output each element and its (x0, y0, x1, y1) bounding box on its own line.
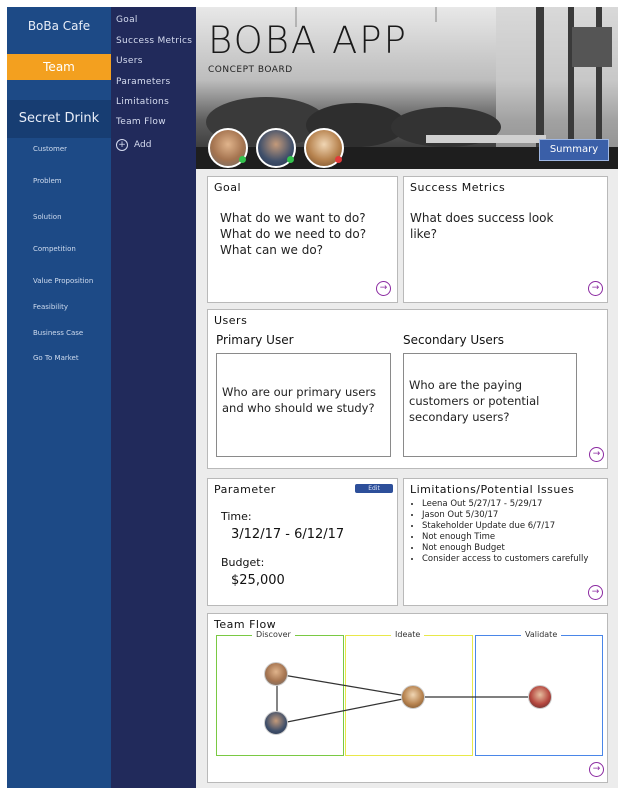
limitations-card: Limitations/Potential Issues Leena Out 5… (403, 478, 608, 606)
subnav-item-success-metrics[interactable]: Success Metrics (116, 36, 192, 46)
arrow-right-icon[interactable]: → (376, 281, 391, 296)
arrow-right-icon[interactable]: → (589, 447, 604, 462)
primary-user-label: Primary User (216, 333, 294, 347)
add-button[interactable]: + Add (116, 139, 151, 151)
primary-line: Who are our primary users (222, 385, 377, 399)
list-item: Not enough Budget (422, 543, 607, 554)
main-content: BOBA APP CONCEPT BOARD Summary Goal What… (196, 7, 618, 788)
time-value: 3/12/17 - 6/12/17 (231, 527, 345, 542)
avatar[interactable] (264, 711, 288, 735)
sidebar-item-business-case[interactable]: Business Case (33, 329, 83, 337)
success-metrics-text: What does success look like? (410, 210, 553, 242)
limitations-list: Leena Out 5/27/17 - 5/29/17 Jason Out 5/… (410, 499, 607, 565)
time-label: Time: (221, 510, 252, 523)
sidebar-item-value-proposition[interactable]: Value Proposition (33, 277, 93, 285)
page-subtitle: CONCEPT BOARD (208, 65, 293, 75)
primary-user-box[interactable]: Who are our primary users and who should… (216, 353, 391, 457)
avatar[interactable] (528, 685, 552, 709)
secondary-users-text: Who are the paying customers or potentia… (409, 377, 539, 425)
goal-text: What do we want to do? What do we need t… (220, 210, 366, 258)
arrow-right-icon[interactable]: → (589, 762, 604, 777)
list-item: Jason Out 5/30/17 (422, 510, 607, 521)
summary-button[interactable]: Summary (539, 139, 609, 161)
parameter-card: Parameter Edit Time: 3/12/17 - 6/12/17 B… (207, 478, 398, 606)
app-name[interactable]: BoBa Cafe (7, 19, 111, 33)
goal-line: What do we need to do? (220, 227, 367, 241)
budget-label: Budget: (221, 556, 265, 569)
sidebar-item-customer[interactable]: Customer (33, 145, 67, 153)
success-line: What does success look (410, 211, 554, 225)
secondary-line: customers or potential (409, 394, 540, 408)
sidebar-section-secret-drink[interactable]: Secret Drink (7, 100, 111, 138)
goal-line: What can we do? (220, 243, 324, 257)
budget-value: $25,000 (231, 573, 285, 588)
subnav-item-users[interactable]: Users (116, 56, 143, 66)
sidebar-item-competition[interactable]: Competition (33, 245, 76, 253)
parameter-title: Parameter (214, 483, 276, 496)
sidebar-item-solution[interactable]: Solution (33, 213, 62, 221)
goal-card: Goal What do we want to do? What do we n… (207, 176, 398, 303)
users-card: Users Primary User Secondary Users Who a… (207, 309, 608, 469)
secondary-line: secondary users? (409, 410, 510, 424)
sidebar-item-problem[interactable]: Problem (33, 177, 62, 185)
success-line: like? (410, 227, 437, 241)
sub-navigation: Goal Success Metrics Users Parameters Li… (111, 7, 196, 788)
list-item: Stakeholder Update due 6/7/17 (422, 521, 607, 532)
limitations-title: Limitations/Potential Issues (410, 483, 575, 496)
busy-status-dot (335, 156, 342, 163)
online-status-dot (239, 156, 246, 163)
subnav-item-limitations[interactable]: Limitations (116, 97, 169, 107)
success-metrics-card: Success Metrics What does success look l… (403, 176, 608, 303)
left-sidebar: BoBa Cafe Team Secret Drink Customer Pro… (7, 7, 111, 788)
sidebar-item-team[interactable]: Team (7, 54, 111, 80)
sidebar-item-feasibility[interactable]: Feasibility (33, 303, 68, 311)
secondary-line: Who are the paying (409, 378, 523, 392)
edit-button[interactable]: Edit (355, 484, 393, 493)
subnav-item-team-flow[interactable]: Team Flow (116, 117, 166, 127)
secondary-users-label: Secondary Users (403, 333, 504, 347)
arrow-right-icon[interactable]: → (588, 281, 603, 296)
plus-icon: + (116, 139, 128, 151)
list-item: Not enough Time (422, 532, 607, 543)
users-title: Users (214, 314, 248, 327)
team-flow-card: Team Flow Discover Ideate Validate → (207, 613, 608, 783)
list-item: Leena Out 5/27/17 - 5/29/17 (422, 499, 607, 510)
header-banner: BOBA APP CONCEPT BOARD Summary (196, 7, 618, 169)
list-item: Consider access to customers carefully (422, 554, 607, 565)
arrow-right-icon[interactable]: → (588, 585, 603, 600)
goal-title: Goal (214, 181, 242, 194)
subnav-item-parameters[interactable]: Parameters (116, 77, 171, 87)
goal-line: What do we want to do? (220, 211, 366, 225)
secondary-users-box[interactable]: Who are the paying customers or potentia… (403, 353, 577, 457)
online-status-dot (287, 156, 294, 163)
success-metrics-title: Success Metrics (410, 181, 506, 194)
subnav-item-goal[interactable]: Goal (116, 15, 138, 25)
add-label: Add (134, 140, 152, 150)
primary-user-text: Who are our primary users and who should… (222, 384, 376, 416)
avatar[interactable] (264, 662, 288, 686)
page-title: BOBA APP (208, 19, 408, 62)
sidebar-item-go-to-market[interactable]: Go To Market (33, 354, 79, 362)
primary-line: and who should we study? (222, 401, 375, 415)
avatar[interactable] (401, 685, 425, 709)
